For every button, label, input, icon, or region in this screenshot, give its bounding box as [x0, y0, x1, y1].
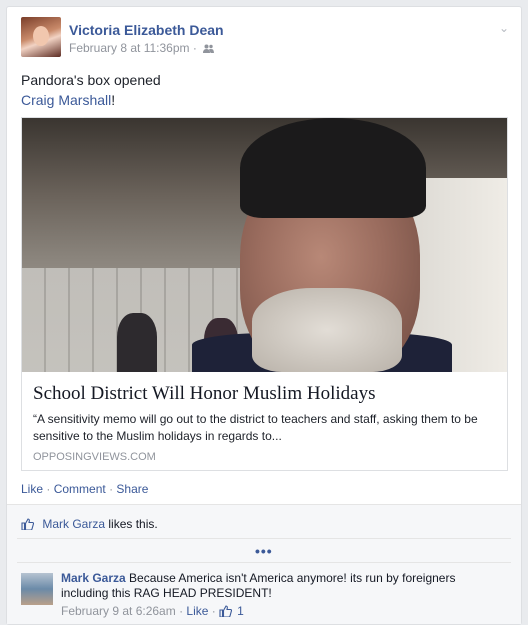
post-text: Pandora's box opened Craig Marshall!: [21, 70, 161, 110]
post-meta: February 8 at 11:36pm ·: [69, 41, 215, 55]
comment-meta: February 9 at 6:26am · Like · 1: [61, 604, 244, 618]
feed-post: Victoria Elizabeth Dean February 8 at 11…: [6, 6, 522, 625]
likes-suffix: likes this.: [108, 517, 158, 531]
comment-timestamp[interactable]: February 9 at 6:26am: [61, 604, 176, 618]
author-name[interactable]: Victoria Elizabeth Dean: [69, 22, 224, 38]
share-button[interactable]: Share: [116, 482, 148, 496]
meta-separator: ·: [179, 604, 184, 618]
avatar-face: [33, 26, 49, 46]
action-separator: ·: [109, 482, 114, 496]
post-tag-line: Craig Marshall!: [21, 90, 161, 110]
likes-summary: Mark Garza likes this.: [21, 517, 158, 531]
commenter-name[interactable]: Mark Garza: [61, 571, 126, 585]
link-preview-image[interactable]: [22, 118, 507, 372]
action-separator: ·: [46, 482, 51, 496]
post-timestamp[interactable]: February 8 at 11:36pm: [69, 41, 190, 55]
divider: [17, 562, 511, 563]
commenter-avatar[interactable]: [21, 573, 53, 605]
friends-icon[interactable]: [203, 44, 215, 53]
liker-name[interactable]: Mark Garza: [42, 517, 105, 531]
tagged-user-link[interactable]: Craig Marshall: [21, 92, 111, 108]
thumbs-up-icon: [21, 518, 34, 530]
link-description: “A sensitivity memo will go out to the d…: [33, 412, 478, 443]
comment-like-count[interactable]: 1: [237, 604, 244, 618]
chevron-down-icon[interactable]: ⌄: [499, 21, 509, 35]
comment-button[interactable]: Comment: [54, 482, 106, 496]
meta-separator: ·: [211, 604, 216, 618]
post-actions: Like · Comment · Share: [21, 482, 148, 496]
link-preview-card[interactable]: School District Will Honor Muslim Holida…: [21, 117, 508, 471]
link-title[interactable]: School District Will Honor Muslim Holida…: [33, 383, 375, 405]
link-domain: OPPOSINGVIEWS.COM: [33, 451, 156, 463]
thumbs-up-icon: [219, 605, 233, 617]
author-avatar[interactable]: [21, 17, 61, 57]
post-text-line: Pandora's box opened: [21, 72, 161, 88]
divider: [17, 538, 511, 539]
image-cap: [240, 118, 426, 218]
image-background-person: [117, 313, 157, 372]
tag-suffix: !: [111, 92, 116, 108]
like-button[interactable]: Like: [21, 482, 43, 496]
comment-like-button[interactable]: Like: [186, 604, 208, 618]
comment-body: Mark Garza Because America isn't America…: [61, 571, 501, 601]
more-comments-icon[interactable]: •••: [255, 543, 273, 559]
feedback-section: Mark Garza likes this. ••• Mark Garza Be…: [7, 504, 521, 624]
post-header: Victoria Elizabeth Dean February 8 at 11…: [21, 17, 511, 59]
image-beard: [252, 288, 402, 372]
meta-separator: ·: [192, 41, 197, 55]
